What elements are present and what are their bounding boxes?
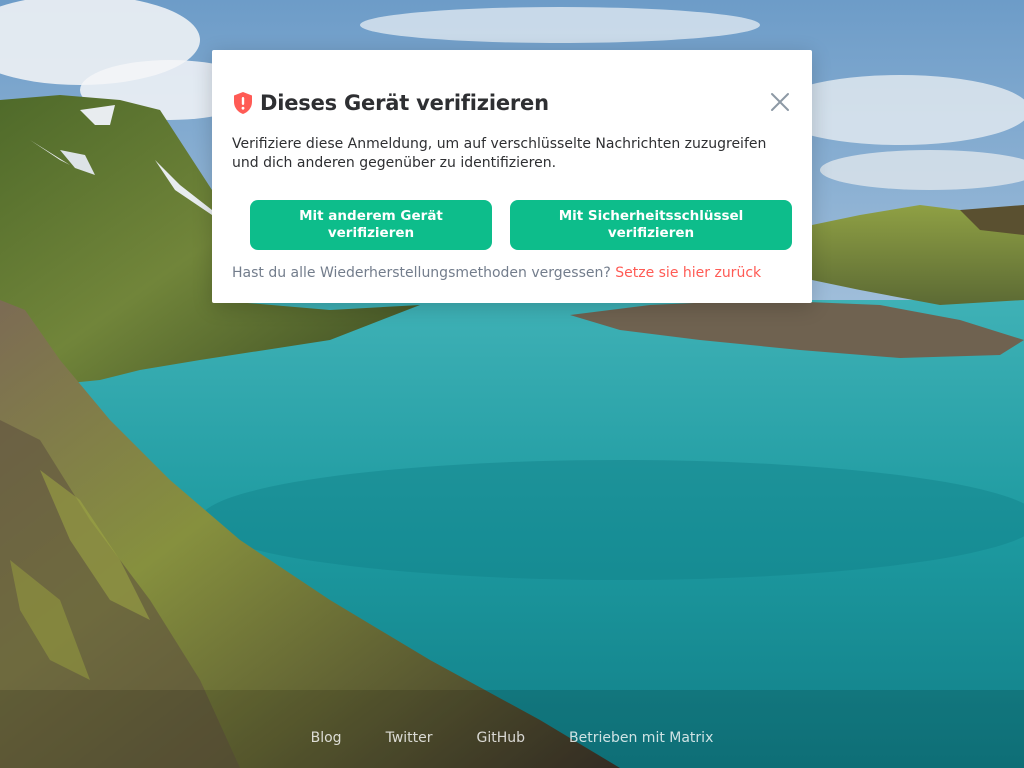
dialog-title: Dieses Gerät verifizieren <box>260 91 549 115</box>
shield-warning-icon <box>232 91 254 115</box>
footer-link-blog[interactable]: Blog <box>311 730 342 746</box>
footer-link-powered-by-matrix[interactable]: Betrieben mit Matrix <box>569 730 713 746</box>
verify-with-other-device-button[interactable]: Mit anderem Gerät verifizieren <box>250 200 492 250</box>
footer-link-github[interactable]: GitHub <box>477 730 526 746</box>
dialog-header: Dieses Gerät verifizieren <box>232 88 549 118</box>
verify-with-security-key-button[interactable]: Mit Sicherheitsschlüssel verifizieren <box>510 200 792 250</box>
close-icon[interactable] <box>770 92 790 112</box>
footer: Blog Twitter GitHub Betrieben mit Matrix <box>0 730 1024 746</box>
reset-row: Hast du alle Wiederherstellungsmethoden … <box>232 264 761 283</box>
dialog-description: Verifiziere diese Anmeldung, um auf vers… <box>232 136 767 171</box>
verify-device-dialog: Dieses Gerät verifizieren Verifiziere di… <box>212 50 812 303</box>
reset-question: Hast du alle Wiederherstellungsmethoden … <box>232 265 616 281</box>
reset-link[interactable]: Setze sie hier zurück <box>615 265 761 281</box>
footer-link-twitter[interactable]: Twitter <box>386 730 433 746</box>
